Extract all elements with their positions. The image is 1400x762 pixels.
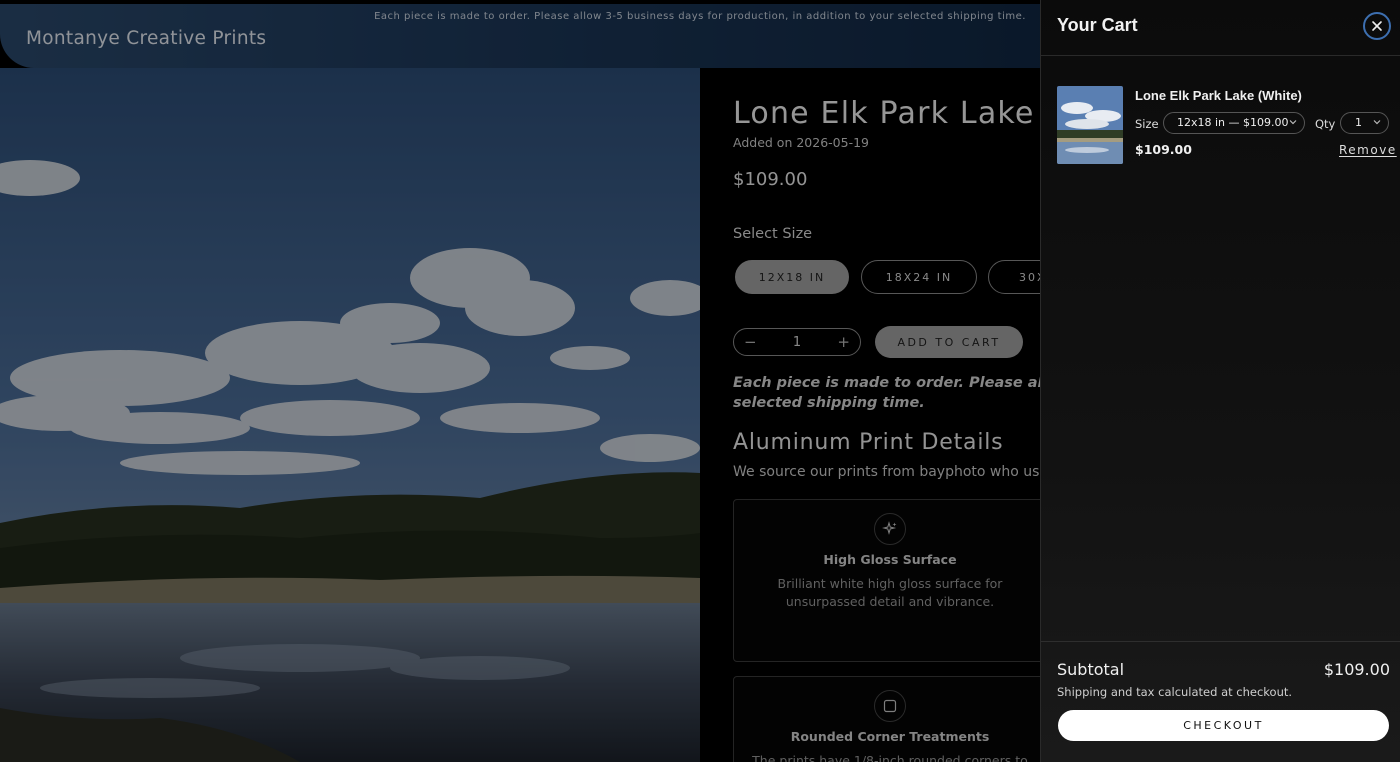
- cart-item-size-select[interactable]: 12x18 in — $109.00: [1163, 112, 1305, 134]
- cart-footer-divider: [1041, 641, 1400, 642]
- cart-item-qty-value: 1: [1355, 116, 1362, 129]
- cart-item-qty-select[interactable]: 1: [1340, 112, 1389, 134]
- cart-item-qty-label: Qty: [1315, 117, 1336, 131]
- cart-title: Your Cart: [1057, 15, 1138, 35]
- cart-item-size-value: 12x18 in — $109.00: [1177, 116, 1289, 129]
- cart-item-thumbnail: [1057, 86, 1123, 164]
- cart-item-size-label: Size: [1135, 117, 1159, 131]
- shipping-note: Shipping and tax calculated at checkout.: [1057, 685, 1293, 699]
- cart-item-name[interactable]: Lone Elk Park Lake (White): [1135, 88, 1302, 103]
- cart-item-price: $109.00: [1135, 142, 1192, 157]
- cart-divider: [1041, 55, 1400, 56]
- checkout-button[interactable]: CHECKOUT: [1058, 710, 1389, 741]
- cart-item-remove-link[interactable]: Remove: [1339, 143, 1397, 157]
- subtotal-value: $109.00: [1323, 660, 1390, 679]
- chevron-down-icon: [1373, 120, 1381, 125]
- chevron-down-icon: [1289, 120, 1297, 125]
- close-icon[interactable]: [1363, 12, 1391, 40]
- subtotal-label: Subtotal: [1057, 660, 1125, 679]
- cart-drawer: Your Cart Lone Elk Park Lake (White) Siz…: [1040, 0, 1400, 762]
